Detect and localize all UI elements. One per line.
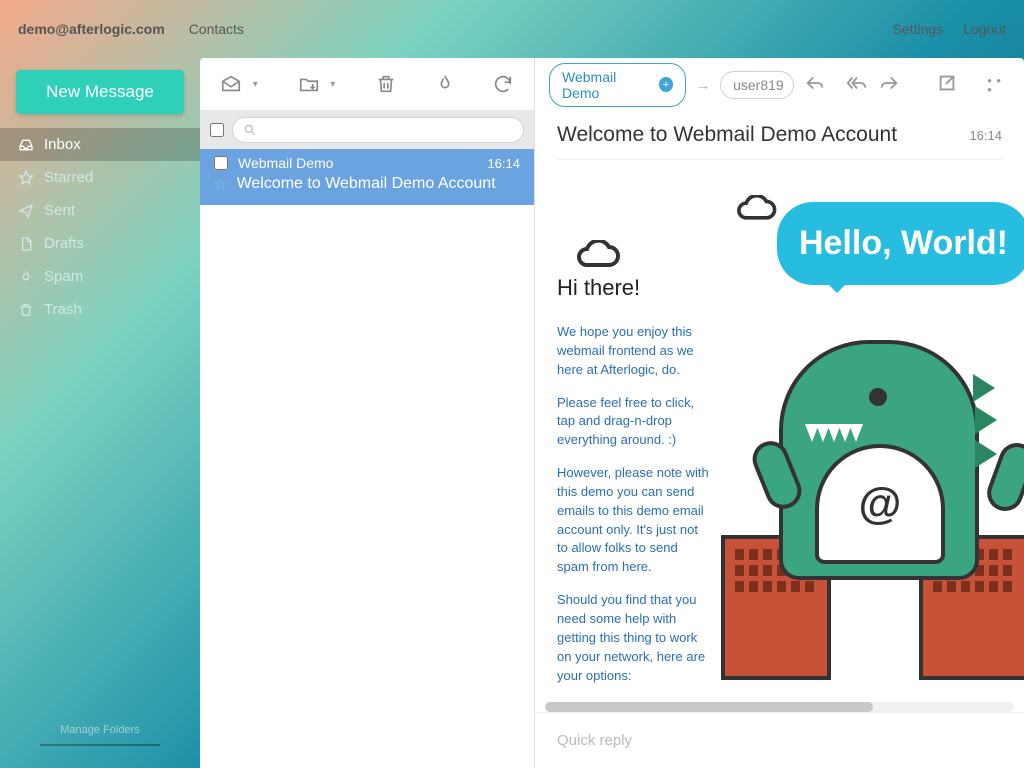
reading-pane: Webmail Demo + → user819 ● ● ● Welcome t… (535, 58, 1024, 768)
message-checkbox[interactable] (214, 156, 228, 170)
illustration: Hello, World! @ (727, 180, 1024, 712)
paragraph: Should you find that you need some help … (557, 591, 712, 685)
message-list-pane: ▾ ▾ Webmail Demo 16:14 ☆ W (200, 58, 535, 768)
list-toolbar: ▾ ▾ (200, 58, 534, 111)
spam-button[interactable] (427, 66, 462, 102)
message-time: 16:14 (487, 156, 520, 171)
folder-inbox[interactable]: Inbox (0, 128, 200, 161)
search-row (200, 111, 534, 149)
folder-label: Sent (44, 202, 75, 219)
paragraph: We hope you enjoy this webmail frontend … (557, 323, 712, 380)
folder-drafts[interactable]: Drafts (0, 227, 200, 260)
star-toggle[interactable]: ☆ (214, 176, 227, 193)
sent-icon (18, 203, 34, 219)
move-to-folder-button[interactable] (292, 66, 327, 102)
more-button[interactable]: ● ● ● (987, 76, 1010, 94)
godzilla-graphic: @ (719, 320, 1024, 680)
logout-link[interactable]: Logout (963, 21, 1006, 37)
message-header: Welcome to Webmail Demo Account 16:14 (535, 111, 1024, 159)
search-icon (243, 123, 257, 137)
from-pill-label: Webmail Demo (562, 69, 653, 101)
divider (40, 744, 160, 746)
message-from: Webmail Demo (238, 155, 333, 171)
folder-label: Spam (44, 268, 83, 285)
greeting: Hi there! (557, 275, 712, 301)
manage-folders-link[interactable]: Manage Folders (0, 716, 200, 744)
paragraph: However, please note with this demo you … (557, 464, 712, 577)
open-window-button[interactable] (936, 72, 958, 97)
folder-label: Drafts (44, 235, 84, 252)
check-mail-button[interactable] (214, 66, 249, 102)
to-pill-label: user819 (733, 77, 784, 93)
folder-sent[interactable]: Sent (0, 194, 200, 227)
move-dropdown[interactable]: ▾ (330, 79, 345, 90)
check-mail-dropdown[interactable]: ▾ (253, 79, 268, 90)
topbar: demo@afterlogic.com Contacts Settings Lo… (0, 0, 1024, 58)
account-email[interactable]: demo@afterlogic.com (18, 21, 165, 37)
quick-reply-input[interactable]: Quick reply (535, 712, 1024, 768)
sidebar: New Message Inbox Starred Sent Drafts Sp… (0, 58, 200, 768)
select-all-checkbox[interactable] (210, 123, 224, 137)
arrow-icon: → (696, 77, 710, 93)
paragraph: Please feel free to click, tap and drag-… (557, 394, 712, 451)
speech-bubble: Hello, World! (777, 202, 1024, 285)
drafts-icon (18, 236, 34, 252)
horizontal-scrollbar[interactable] (545, 702, 1014, 712)
folder-label: Trash (44, 301, 82, 318)
inbox-icon (18, 137, 34, 153)
star-icon (18, 170, 34, 186)
forward-button[interactable] (878, 72, 900, 97)
from-pill[interactable]: Webmail Demo + (549, 63, 686, 107)
delete-button[interactable] (369, 66, 404, 102)
reply-button[interactable] (804, 72, 826, 97)
add-contact-icon[interactable]: + (659, 77, 673, 92)
message-row[interactable]: Webmail Demo 16:14 ☆ Welcome to Webmail … (200, 149, 534, 205)
folder-label: Inbox (44, 136, 81, 153)
folder-label: Starred (44, 169, 93, 186)
folder-starred[interactable]: Starred (0, 161, 200, 194)
trash-icon (18, 302, 34, 318)
message-subject-heading: Welcome to Webmail Demo Account (557, 123, 969, 147)
search-input[interactable] (232, 117, 524, 143)
message-subject: Welcome to Webmail Demo Account (237, 175, 496, 193)
settings-link[interactable]: Settings (893, 21, 944, 37)
reading-toolbar: Webmail Demo + → user819 ● ● ● (535, 58, 1024, 111)
message-time: 16:14 (969, 128, 1002, 143)
folder-spam[interactable]: Spam (0, 260, 200, 293)
contacts-link[interactable]: Contacts (189, 21, 244, 37)
message-body: Hi there! We hope you enjoy this webmail… (535, 160, 1024, 712)
folder-trash[interactable]: Trash (0, 293, 200, 326)
reply-all-button[interactable] (846, 72, 868, 97)
new-message-button[interactable]: New Message (16, 70, 184, 114)
refresh-button[interactable] (485, 66, 520, 102)
to-pill[interactable]: user819 (720, 71, 794, 99)
spam-icon (18, 269, 34, 285)
